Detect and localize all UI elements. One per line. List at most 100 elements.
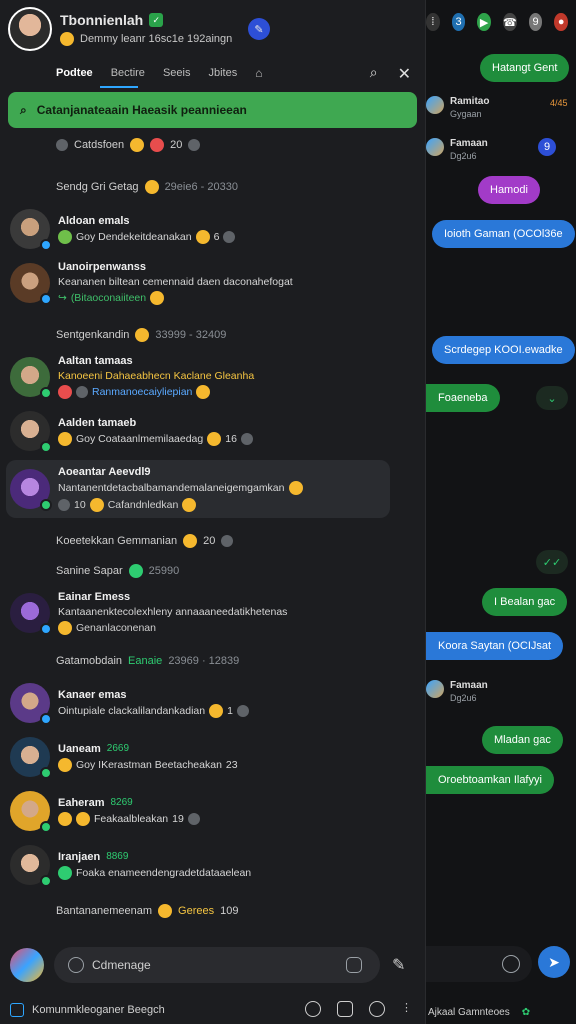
section-title: Sendg Gri Getag xyxy=(56,181,139,193)
avatar xyxy=(10,593,52,635)
grid-icon[interactable]: ⁞ xyxy=(426,13,440,31)
message-input[interactable]: Cdmenage xyxy=(54,947,380,983)
message-bubble[interactable]: Hatangt Gent xyxy=(480,54,570,82)
contact-name: Iranjaen xyxy=(58,850,101,863)
user-icon[interactable]: 9 xyxy=(528,13,543,31)
chat-item[interactable]: Uaneam 2669 Goy IKerastman Beetacheakan 23 xyxy=(0,730,426,784)
section-title: Gatamobdain xyxy=(56,655,123,667)
chevron-down-icon[interactable]: ⌄ xyxy=(536,386,568,410)
chat-item[interactable]: Eaheram 8269 Feakaalbleakan 19 xyxy=(0,784,426,838)
section-header: Sendg Gri Getag 29eie6 - 20330 xyxy=(0,172,426,202)
message-bubble[interactable]: I Bealan gac xyxy=(482,588,568,616)
section-meta: 25990 xyxy=(148,565,180,577)
screen-icon[interactable] xyxy=(337,1001,353,1017)
message-bubble[interactable]: Ioioth Gaman (OCOl36e xyxy=(432,220,575,248)
search-icon[interactable]: ⌕ xyxy=(370,64,378,84)
emoji-picker-icon[interactable] xyxy=(502,955,520,973)
profile-avatar[interactable] xyxy=(8,7,52,51)
profile-status: Demmy leanr 16sc1e 192aingn xyxy=(80,33,233,45)
tab-bar: Podtee Bectire Seeis Jbites ⌂ ⌕ ✕ xyxy=(0,58,425,88)
send-button[interactable]: ➤ xyxy=(538,946,570,978)
info-icon[interactable] xyxy=(369,1001,385,1017)
message-bubble[interactable]: Koora Saytan (OCIJsat xyxy=(426,632,564,660)
chat-item[interactable]: Uanoirpenwanss Keananen biltean cemennai… xyxy=(0,256,426,310)
contact-avatar xyxy=(426,96,444,114)
last-message: Goy IKerastman Beetacheakan xyxy=(76,758,222,771)
avatar xyxy=(10,845,52,887)
more-icon[interactable]: ⋮ xyxy=(401,1001,412,1017)
emoji-icon xyxy=(60,32,74,46)
message-bubble[interactable]: Foaeneba xyxy=(426,384,500,412)
emoji-icon xyxy=(288,481,303,495)
contact-name: Aalden tamaeb xyxy=(58,416,137,429)
tab-3[interactable]: Jbites xyxy=(208,67,237,79)
read-ticks-icon: ✓✓ xyxy=(536,550,568,574)
pen-icon[interactable]: ✎ xyxy=(392,955,405,975)
contact-sub: Gygaan xyxy=(450,109,482,119)
chat-item[interactable]: Kanaer emas Ointupiale clackalilandankad… xyxy=(0,676,426,730)
message-bubble[interactable]: Hamodi xyxy=(478,176,540,204)
chat-contact[interactable]: Famaan Dg2u6 xyxy=(426,138,488,161)
contact-name: Uaneam xyxy=(58,742,101,755)
conversation-input[interactable] xyxy=(426,946,532,982)
online-badge xyxy=(40,239,52,251)
contact-name: Kanaer emas xyxy=(58,688,127,701)
chat-item[interactable]: Aalden tamaeb Goy Coataanlmemilaaedag 16 xyxy=(0,404,426,458)
tab-2[interactable]: Seeis xyxy=(163,67,191,79)
section-header: Gatamobdain Eanaie 23969 · 12839 xyxy=(0,646,426,676)
section-meta: 23969 · 12839 xyxy=(168,655,240,667)
input-placeholder: Cdmenage xyxy=(92,958,151,972)
emoji-picker-icon[interactable] xyxy=(68,957,84,973)
app-icon[interactable]: 3 xyxy=(451,13,466,31)
checkbox-icon[interactable] xyxy=(10,1003,24,1017)
section-tag: Gerees xyxy=(178,905,215,917)
emoji-icon xyxy=(128,564,143,578)
chat-item[interactable]: Aaltan tamaas Kanoeeni Dahaeabhecn Kacla… xyxy=(0,350,426,404)
last-message: Kanoeeni Dahaeabhecn Kaclane Gleanha xyxy=(58,370,255,382)
chat-contact[interactable]: Famaan Dg2u6 xyxy=(426,680,488,703)
avatar xyxy=(10,469,52,511)
verified-icon: ✓ xyxy=(149,13,164,27)
chat-item-selected[interactable]: Aoeantar Aeevdl9 Nantanentdetacbalbamand… xyxy=(6,460,390,518)
chat-contact[interactable]: Ramitao Gygaan xyxy=(426,96,489,119)
mute-icon xyxy=(240,432,253,445)
chat-item[interactable]: Iranjaen 8869 Foaka enameendengradetdataa… xyxy=(0,838,426,892)
search-banner[interactable]: ⌕ Catanjanateaain Haeasik peannieean xyxy=(8,92,417,128)
emoji-icon xyxy=(89,498,104,512)
folder-icon[interactable]: ⌂ xyxy=(255,66,262,80)
emoji-icon xyxy=(158,904,173,918)
message-bubble[interactable]: Oroebtoamkan Ilafyyi xyxy=(426,766,554,794)
close-icon[interactable]: ✕ xyxy=(398,64,411,84)
emoji-icon xyxy=(144,180,159,194)
mushroom-icon[interactable]: ● xyxy=(554,13,568,31)
section-header: Koeetekkan Gemmanian 20 xyxy=(0,526,426,556)
chat-item[interactable]: Eainar Emess Kantaanenktecolexhleny anna… xyxy=(0,586,426,640)
call-icon[interactable]: ☎ xyxy=(502,13,517,31)
mute-icon xyxy=(223,230,236,243)
emoji-icon xyxy=(76,811,90,826)
emoji-icon xyxy=(182,498,197,512)
message-bubble[interactable]: Scrdegep KOOI.ewadke xyxy=(432,336,575,364)
emoji-icon xyxy=(58,621,72,635)
tab-1[interactable]: Bectire xyxy=(111,67,145,79)
section-count: 20 xyxy=(203,535,216,547)
section-title: Sanine Sapar xyxy=(56,565,123,577)
section-title: Bantananemeenam xyxy=(56,905,153,917)
chat-item[interactable]: Aldoan emals Goy Dendekeitdeanakan 6 xyxy=(0,202,426,256)
message-bubble[interactable]: Mladan gac xyxy=(482,726,563,754)
video-icon[interactable]: ▶ xyxy=(477,13,491,31)
online-badge xyxy=(40,821,52,833)
composer-avatar[interactable] xyxy=(10,948,44,982)
attach-icon[interactable] xyxy=(346,957,362,973)
tab-0[interactable]: Podtee xyxy=(56,67,93,79)
settings-icon[interactable] xyxy=(305,1001,321,1017)
online-badge xyxy=(40,441,52,453)
contact-sub: Dg2u6 xyxy=(450,151,477,161)
emoji-icon xyxy=(209,703,224,718)
sticker-icon[interactable]: ✿ xyxy=(522,1007,530,1018)
pin-icon[interactable]: ✎ xyxy=(248,18,270,40)
contact-name: Famaan xyxy=(450,680,488,691)
secondary-message: Cafandnledkan xyxy=(107,499,179,511)
emoji-icon xyxy=(58,431,72,446)
emoji-icon xyxy=(195,229,210,244)
